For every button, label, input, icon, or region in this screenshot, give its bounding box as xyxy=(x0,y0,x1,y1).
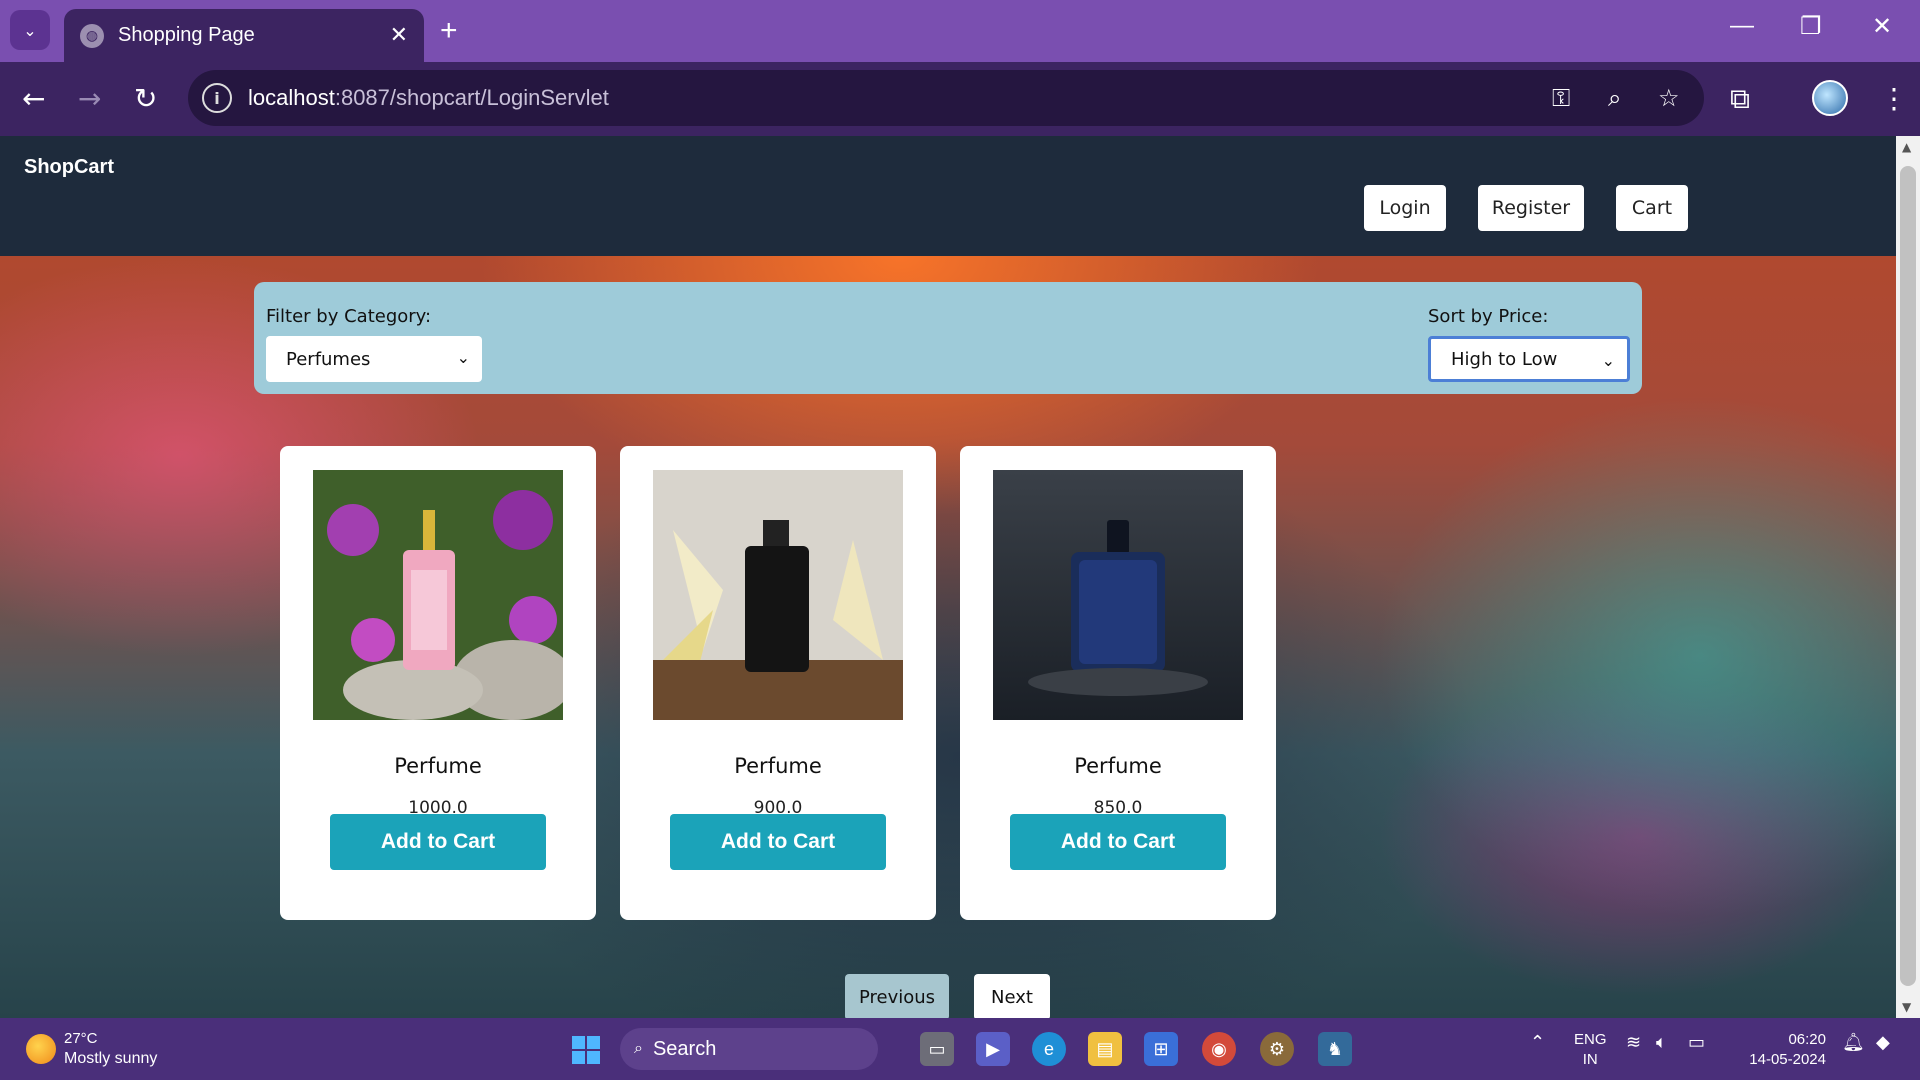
tab-title: Shopping Page xyxy=(118,24,255,46)
weather-temperature[interactable]: 27°C xyxy=(64,1030,98,1047)
bookmark-star-icon[interactable]: ☆ xyxy=(1658,84,1680,112)
tray-chevron-up-icon[interactable]: ⌃ xyxy=(1530,1032,1545,1053)
scroll-down-icon[interactable]: ▼ xyxy=(1902,1000,1911,1014)
profile-avatar[interactable] xyxy=(1812,80,1848,116)
product-name: Perfume xyxy=(734,754,822,778)
site-info-icon[interactable]: i xyxy=(202,83,232,113)
url-host: localhost xyxy=(248,85,335,110)
brand-logo[interactable]: ShopCart xyxy=(24,156,114,179)
windows-start-icon[interactable] xyxy=(572,1036,600,1064)
edge-browser-icon[interactable]: e xyxy=(1032,1032,1066,1066)
language-indicator[interactable]: ENG IN xyxy=(1574,1030,1607,1070)
category-select-value: Perfumes xyxy=(286,348,371,370)
settings-gear-icon[interactable]: ⚙ xyxy=(1260,1032,1294,1066)
add-to-cart-button[interactable]: Add to Cart xyxy=(330,814,546,870)
close-icon[interactable]: ✕ xyxy=(390,23,408,48)
sort-price-label: Sort by Price: xyxy=(1428,306,1549,327)
chevron-down-icon: ⌄ xyxy=(1601,351,1615,370)
product-image-blue-perfume xyxy=(993,470,1243,720)
file-explorer-icon[interactable]: ▤ xyxy=(1088,1032,1122,1066)
favicon-globe-icon: ◍ xyxy=(80,23,104,48)
extensions-icon[interactable]: ⧉ xyxy=(1730,82,1750,116)
reload-icon[interactable]: ↻ xyxy=(134,82,157,115)
category-filter-label: Filter by Category: xyxy=(266,306,432,327)
clock-time: 06:20 xyxy=(1788,1031,1826,1048)
page-scrollbar[interactable]: ▲ ▼ xyxy=(1896,136,1920,1018)
windows-taskbar: 27°C Mostly sunny ⌕ Search ▭ ▶ e ▤ ⊞ ◉ ⚙… xyxy=(0,1018,1920,1080)
chevron-down-icon: ⌄ xyxy=(456,348,470,367)
task-view-icon[interactable]: ▭ xyxy=(920,1032,954,1066)
language-code: ENG xyxy=(1574,1031,1607,1048)
copilot-icon[interactable]: ◆ xyxy=(1876,1032,1890,1053)
tab-search-icon[interactable]: ⌄ xyxy=(10,10,50,50)
url-path: :8087/shopcart/LoginServlet xyxy=(334,85,609,110)
forward-icon[interactable]: → xyxy=(78,82,101,115)
cart-button[interactable]: Cart xyxy=(1616,185,1688,231)
previous-page-button[interactable]: Previous xyxy=(845,974,949,1018)
menu-kebab-icon[interactable]: ⋮ xyxy=(1880,82,1908,115)
url-text[interactable]: localhost:8087/shopcart/LoginServlet xyxy=(248,85,609,111)
sort-select-value: High to Low xyxy=(1451,348,1558,370)
weather-sun-icon[interactable] xyxy=(26,1034,56,1064)
postgres-elephant-icon[interactable]: ♞ xyxy=(1318,1032,1352,1066)
back-icon[interactable]: ← xyxy=(22,82,45,115)
weather-description[interactable]: Mostly sunny xyxy=(64,1050,157,1068)
browser-tabstrip: ⌄ ◍ Shopping Page ✕ + — ❐ ✕ xyxy=(0,0,1920,62)
search-icon: ⌕ xyxy=(634,1040,643,1057)
scrollbar-thumb[interactable] xyxy=(1900,166,1916,986)
system-clock[interactable]: 06:20 14-05-2024 xyxy=(1730,1030,1826,1070)
battery-icon[interactable]: ▭ xyxy=(1688,1032,1705,1053)
volume-icon[interactable]: 🔈︎ xyxy=(1656,1032,1667,1053)
taskbar-search-label: Search xyxy=(652,1037,717,1060)
filter-bar: Filter by Category: Perfumes ⌄ Sort by P… xyxy=(254,282,1642,394)
password-key-icon[interactable]: ⚿ xyxy=(1552,84,1570,112)
teams-chat-icon[interactable]: ▶ xyxy=(976,1032,1010,1066)
chrome-browser-icon[interactable]: ◉ xyxy=(1202,1032,1236,1066)
clock-date: 14-05-2024 xyxy=(1749,1051,1826,1068)
notification-bell-icon[interactable]: 🔔︎ xyxy=(1842,1032,1865,1053)
product-name: Perfume xyxy=(394,754,482,778)
restore-icon[interactable]: ❐ xyxy=(1800,12,1822,41)
zoom-icon[interactable]: ⌕ xyxy=(1608,84,1621,112)
login-button[interactable]: Login xyxy=(1364,185,1446,231)
category-select[interactable]: Perfumes ⌄ xyxy=(266,336,482,382)
next-page-button[interactable]: Next xyxy=(974,974,1050,1018)
product-card: Perfume 1000.0 Add to Cart xyxy=(280,446,596,920)
add-to-cart-button[interactable]: Add to Cart xyxy=(670,814,886,870)
minimize-icon[interactable]: — xyxy=(1730,12,1754,40)
scroll-up-icon[interactable]: ▲ xyxy=(1902,140,1911,154)
page-viewport: ShopCart Login Register Cart Filter by C… xyxy=(0,136,1896,1018)
wifi-icon[interactable]: ≋ xyxy=(1626,1032,1641,1053)
add-to-cart-button[interactable]: Add to Cart xyxy=(1010,814,1226,870)
new-tab-icon[interactable]: + xyxy=(440,14,458,48)
sort-price-select[interactable]: High to Low ⌄ xyxy=(1428,336,1630,382)
product-card: Perfume 850.0 Add to Cart xyxy=(960,446,1276,920)
product-image-black-perfume xyxy=(653,470,903,720)
tab-shopping-page[interactable]: ◍ Shopping Page ✕ xyxy=(64,9,424,62)
microsoft-store-icon[interactable]: ⊞ xyxy=(1144,1032,1178,1066)
product-card: Perfume 900.0 Add to Cart xyxy=(620,446,936,920)
product-image-pink-perfume xyxy=(313,470,563,720)
window-close-icon[interactable]: ✕ xyxy=(1872,12,1892,41)
product-name: Perfume xyxy=(1074,754,1162,778)
taskbar-search[interactable]: ⌕ Search xyxy=(620,1028,878,1070)
site-navbar: ShopCart Login Register Cart xyxy=(0,136,1896,256)
address-bar[interactable]: i localhost:8087/shopcart/LoginServlet ⚿… xyxy=(188,70,1704,126)
region-code: IN xyxy=(1582,1051,1598,1068)
browser-toolbar: ← → ↻ i localhost:8087/shopcart/LoginSer… xyxy=(0,62,1920,136)
register-button[interactable]: Register xyxy=(1478,185,1584,231)
